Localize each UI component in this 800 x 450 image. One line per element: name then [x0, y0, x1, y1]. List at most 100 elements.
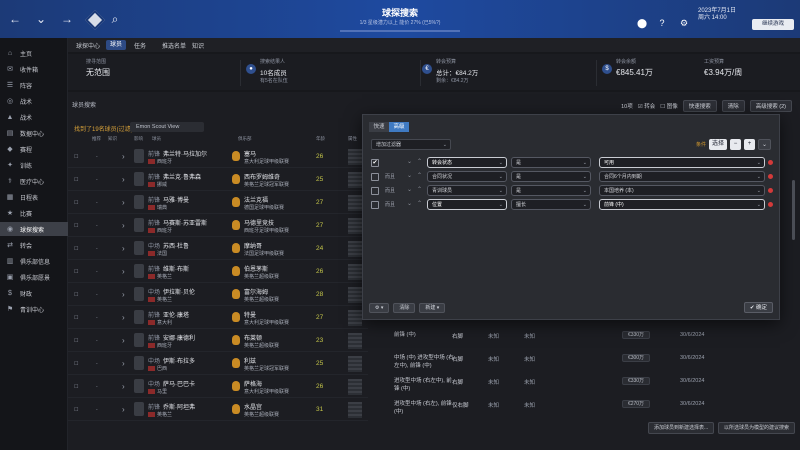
filter-field-select[interactable]: 青训球员 ⌄: [427, 185, 507, 196]
remove-filter-icon[interactable]: [768, 160, 773, 165]
more-icon[interactable]: ⌄: [757, 139, 771, 150]
table-row[interactable]: ☐ - › 中场 伊拉斯·贝伦 英格兰 富尔海姆 英格兰超级联赛 28: [68, 284, 368, 306]
sidebar-item-10[interactable]: ★ 比赛: [0, 206, 68, 220]
help-icon[interactable]: ?: [656, 17, 668, 29]
filter-operator-select[interactable]: 是 ⌄: [511, 157, 591, 168]
row-checkbox[interactable]: ☐: [74, 246, 78, 252]
row-checkbox[interactable]: ☐: [74, 292, 78, 298]
remove-filter-icon[interactable]: [768, 188, 773, 193]
chevron-down-icon[interactable]: ⌄: [407, 186, 412, 193]
table-row[interactable]: ☐ - › 前锋 乔斯·阿坦弗 英格兰 水晶宫 英格兰超级联赛 31: [68, 399, 368, 421]
player-name[interactable]: 中场 苏西·杜鲁: [148, 241, 189, 250]
transfer-toggle[interactable]: ☑ 转会: [638, 102, 655, 110]
chevron-right-icon[interactable]: ›: [122, 267, 125, 276]
suggest-search-button[interactable]: 以所选球员为模型的建议搜索: [718, 422, 796, 434]
confirm-button[interactable]: ✔ 确定: [743, 302, 773, 313]
chevron-up-icon[interactable]: ⌃: [417, 186, 422, 193]
minus-icon[interactable]: −: [729, 139, 741, 150]
player-name[interactable]: 前锋 乔斯·阿坦弗: [148, 402, 195, 411]
sidebar-item-0[interactable]: ⌂ 主页: [0, 46, 68, 60]
sidebar-item-2[interactable]: ☰ 阵容: [0, 78, 68, 92]
player-name[interactable]: 前锋 安娜·康德利: [148, 333, 195, 342]
chevron-up-icon[interactable]: ⌃: [417, 158, 422, 165]
sidebar-item-15[interactable]: $ 财政: [0, 286, 68, 300]
chevron-down-icon[interactable]: ⌄: [407, 158, 412, 165]
sidebar-item-12[interactable]: ⇄ 转会: [0, 238, 68, 252]
col-age[interactable]: 年龄: [316, 136, 325, 142]
player-name[interactable]: 前锋 马赛斯·苏亚雷斯: [148, 218, 207, 227]
table-row[interactable]: ☐ - › 前锋 维斯·布斯 英格兰 伯恩茅斯 英格兰超级联赛 26: [68, 261, 368, 283]
card-scouts[interactable]: ● 搜索结果人 10名成员 有5名在队伍: [246, 58, 288, 86]
club-name[interactable]: 富尔海姆: [244, 287, 268, 296]
dropdown-icon[interactable]: ⌄: [34, 12, 48, 26]
club-name[interactable]: 西布罗姆维奇: [244, 172, 280, 181]
player-name[interactable]: 前锋 维斯·布斯: [148, 264, 189, 273]
player-name[interactable]: 前锋 弗兰特·马拉加尔: [148, 149, 207, 158]
col-knowledge[interactable]: 知识: [108, 136, 117, 142]
col-player[interactable]: 球员: [152, 136, 161, 142]
chevron-up-icon[interactable]: ⌃: [417, 172, 422, 179]
card-search-range[interactable]: 搜寻范围 无范围: [86, 58, 110, 86]
club-name[interactable]: 水晶宫: [244, 402, 262, 411]
sidebar-item-5[interactable]: ▤ 数据中心: [0, 126, 68, 140]
row-checkbox[interactable]: ☐: [74, 154, 78, 160]
club-name[interactable]: 塞马: [244, 149, 256, 158]
filter-mode[interactable]: [385, 158, 405, 168]
sidebar-item-4[interactable]: ▲ 战术: [0, 110, 68, 124]
sidebar-item-6[interactable]: ◆ 赛程: [0, 142, 68, 156]
club-name[interactable]: 萨格海: [244, 379, 262, 388]
sidebar-item-8[interactable]: ⚕ 医疗中心: [0, 174, 68, 188]
filter-value-select[interactable]: 本国培养 (本) ⌄: [599, 185, 765, 196]
add-filter-dropdown[interactable]: 增加过滤器 ⌄: [371, 139, 451, 150]
filter-checkbox[interactable]: [371, 173, 379, 181]
chevron-down-icon[interactable]: ⌄: [407, 172, 412, 179]
image-toggle[interactable]: ☐ 图像: [660, 102, 677, 110]
club-name[interactable]: 伯恩茅斯: [244, 264, 268, 273]
player-name[interactable]: 前锋 弗兰克·鲁弗森: [148, 172, 201, 181]
row-checkbox[interactable]: ☐: [74, 269, 78, 275]
filter-mode[interactable]: 而且: [385, 172, 405, 182]
row-checkbox[interactable]: ☐: [74, 315, 78, 321]
chevron-right-icon[interactable]: ›: [122, 152, 125, 161]
chevron-right-icon[interactable]: ›: [122, 175, 125, 184]
filter-field-select[interactable]: 合同状况 ⌄: [427, 171, 507, 182]
table-row[interactable]: ☐ - › 前锋 弗兰克·鲁弗森 挪威 西布罗姆维奇 英格兰足球冠军联赛 25: [68, 169, 368, 191]
add-to-shortlist-button[interactable]: 添加球员到新建选择表...: [648, 422, 715, 434]
scout-view-dropdown[interactable]: Emon Scout View: [130, 122, 204, 132]
card-transfer-budget[interactable]: € 转会预算 总计：€84.2万 剩余：€84.2万: [422, 58, 478, 86]
sidebar-item-11[interactable]: ◉ 球探搜索: [0, 222, 68, 236]
chevron-right-icon[interactable]: ›: [122, 221, 125, 230]
sidebar-item-1[interactable]: ✉ 收件箱: [0, 62, 68, 76]
chevron-right-icon[interactable]: ›: [122, 336, 125, 345]
clear-button[interactable]: 清除: [721, 100, 745, 112]
advanced-search-button[interactable]: 高级搜索 (2): [749, 100, 792, 112]
col-club[interactable]: 俱乐部: [238, 136, 252, 142]
card-wage-budget[interactable]: 工资预算 €3.94万/周: [704, 58, 742, 86]
row-checkbox[interactable]: ☐: [74, 338, 78, 344]
filter-field-select[interactable]: 位置 ⌄: [427, 199, 507, 210]
chevron-down-icon[interactable]: ⌄: [407, 200, 412, 207]
back-arrow-icon[interactable]: ←: [8, 12, 22, 26]
remove-filter-icon[interactable]: [768, 202, 773, 207]
tab-quick[interactable]: 快速: [369, 122, 389, 132]
choose-button[interactable]: 选择: [708, 139, 727, 150]
sidebar-item-16[interactable]: ⚑ 青训中心: [0, 302, 68, 316]
sidebar-item-13[interactable]: ▥ 俱乐部信息: [0, 254, 68, 268]
filter-operator-select[interactable]: 擅长 ⌄: [511, 199, 591, 210]
club-name[interactable]: 摩纳哥: [244, 241, 262, 250]
filter-value-select[interactable]: 合同6个月内到期 ⌄: [599, 171, 765, 182]
plus-icon[interactable]: +: [743, 139, 755, 150]
subnav-knowledge[interactable]: 知识: [192, 41, 204, 50]
filter-mode[interactable]: 而且: [385, 186, 405, 196]
row-checkbox[interactable]: ☐: [74, 361, 78, 367]
card-balance[interactable]: $ 转会余额 €845.41万: [602, 58, 653, 86]
chevron-right-icon[interactable]: ›: [122, 290, 125, 299]
chevron-right-icon[interactable]: ›: [122, 359, 125, 368]
club-name[interactable]: 马德里竞技: [244, 218, 274, 227]
location-icon[interactable]: ⬤: [636, 17, 648, 29]
col-attributes[interactable]: 属性: [348, 136, 357, 142]
quick-search-button[interactable]: 快速搜索: [682, 100, 717, 112]
player-name[interactable]: 前锋 亚伦·康塔: [148, 310, 189, 319]
remove-filter-icon[interactable]: [768, 174, 773, 179]
club-name[interactable]: 法兰克福: [244, 195, 268, 204]
